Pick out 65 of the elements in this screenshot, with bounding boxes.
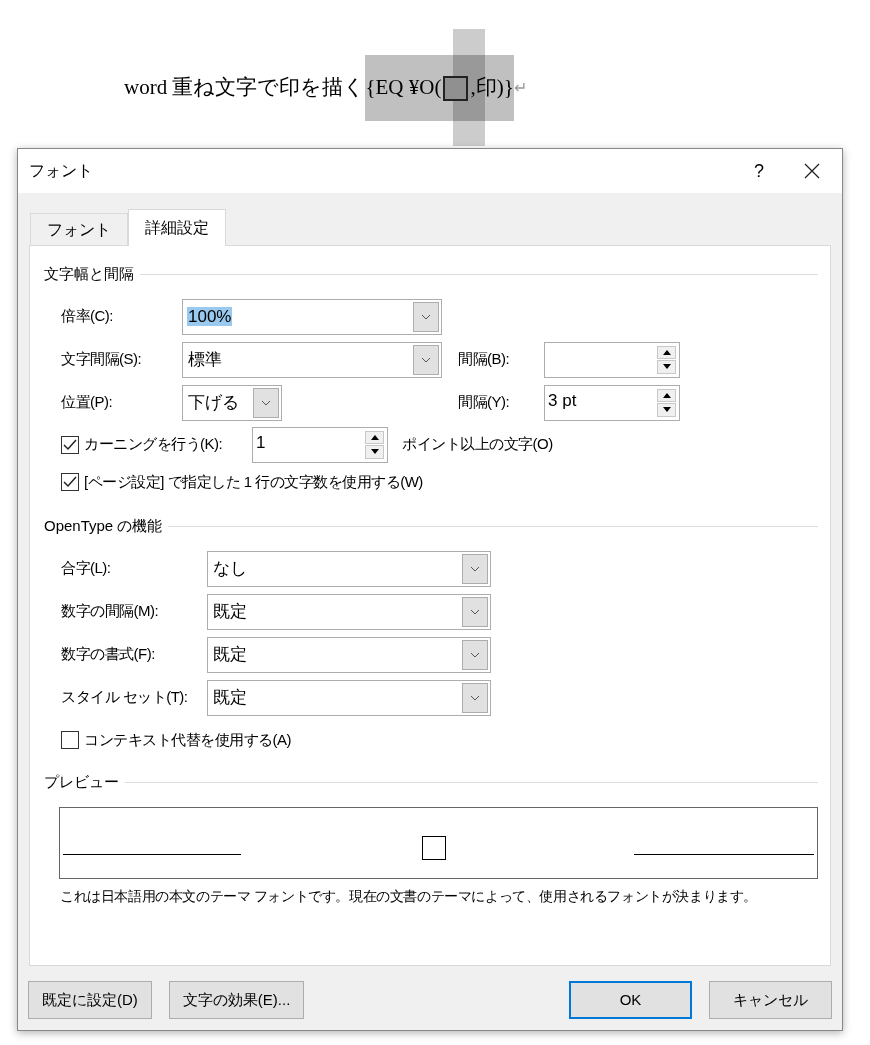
window-title: フォント xyxy=(29,161,94,181)
chevron-down-icon xyxy=(470,565,480,572)
checkbox[interactable] xyxy=(61,730,79,749)
dropdown-field[interactable]: 既定 xyxy=(207,636,491,673)
spin-down-button[interactable] xyxy=(657,360,676,374)
dialog-button[interactable]: 既定に設定(D) xyxy=(28,981,152,1019)
square-glyph xyxy=(443,75,469,101)
field-label: ポイント以上の文字(O) xyxy=(402,434,553,455)
triangle-up-icon xyxy=(370,434,379,440)
close-icon xyxy=(804,163,820,179)
chevron-down-icon xyxy=(421,356,431,363)
chevron-down-icon xyxy=(470,651,480,658)
spin-up-button[interactable] xyxy=(365,430,384,444)
chevron-down-icon xyxy=(470,608,480,615)
spin-down-button[interactable] xyxy=(365,445,384,459)
checkbox[interactable] xyxy=(61,435,79,454)
document-text: word 重ね文字で印を描く xyxy=(124,74,366,102)
tab[interactable]: 詳細設定 xyxy=(128,209,226,246)
tab[interactable]: フォント xyxy=(30,213,128,245)
chevron-down-icon xyxy=(470,694,480,701)
field-label: 合字(L): xyxy=(61,558,111,579)
field-label: スタイル セット(T): xyxy=(61,687,188,708)
triangle-up-icon xyxy=(662,392,671,398)
dropdown-field[interactable]: なし xyxy=(207,550,491,587)
section-heading: OpenType の機能 xyxy=(44,516,163,536)
field-code: {EQ ¥O( ,印)} xyxy=(365,55,514,121)
spinner-field[interactable]: 3 pt xyxy=(544,384,680,421)
field-label: 文字間隔(S): xyxy=(61,349,142,370)
dropdown-field[interactable]: 100% xyxy=(182,298,442,335)
dropdown-field[interactable]: 下げる xyxy=(182,384,282,421)
checkbox-label: コンテキスト代替を使用する(A) xyxy=(84,729,291,750)
spin-up-button[interactable] xyxy=(657,388,676,402)
spin-down-button[interactable] xyxy=(657,403,676,417)
preview-description: これは日本語用の本文のテーマ フォントです。現在の文書のテーマによって、使用されるフォントが決まります。 xyxy=(60,886,759,906)
triangle-down-icon xyxy=(662,364,671,370)
square-glyph xyxy=(421,835,446,860)
chevron-down-icon xyxy=(261,399,271,406)
field-label: 位置(P): xyxy=(61,392,113,413)
field-label: 間隔(B): xyxy=(458,349,510,370)
dropdown-field[interactable]: 標準 xyxy=(182,341,442,378)
checkbox[interactable] xyxy=(61,472,79,491)
checkbox-label: [ページ設定] で指定した 1 行の文字数を使用する(W) xyxy=(84,471,423,492)
field-label: 数字の間隔(M): xyxy=(61,601,159,622)
dropdown-field[interactable]: 既定 xyxy=(207,593,491,630)
chevron-down-icon xyxy=(421,313,431,320)
triangle-down-icon xyxy=(662,407,671,413)
dialog-button[interactable]: 文字の効果(E)... xyxy=(168,981,305,1019)
help-button[interactable]: ? xyxy=(736,149,782,193)
dialog-button[interactable]: キャンセル xyxy=(709,981,832,1019)
section-heading: 文字幅と間隔 xyxy=(44,264,134,284)
check-icon xyxy=(63,438,77,451)
paragraph-mark: ↵ xyxy=(513,78,527,98)
triangle-up-icon xyxy=(662,349,671,355)
triangle-down-icon xyxy=(370,449,379,455)
dropdown-field[interactable]: 既定 xyxy=(207,679,491,716)
spinner-field[interactable]: 1 xyxy=(252,426,388,463)
field-label: 倍率(C): xyxy=(61,306,113,327)
field-label: 数字の書式(F): xyxy=(61,644,155,665)
spinner-field[interactable] xyxy=(544,341,680,378)
spin-up-button[interactable] xyxy=(657,345,676,359)
check-icon xyxy=(63,475,77,488)
checkbox-label: カーニングを行う(K): xyxy=(84,434,223,455)
dialog-button[interactable]: OK xyxy=(569,981,692,1019)
field-label: 間隔(Y): xyxy=(458,392,510,413)
section-heading: プレビュー xyxy=(44,772,119,792)
